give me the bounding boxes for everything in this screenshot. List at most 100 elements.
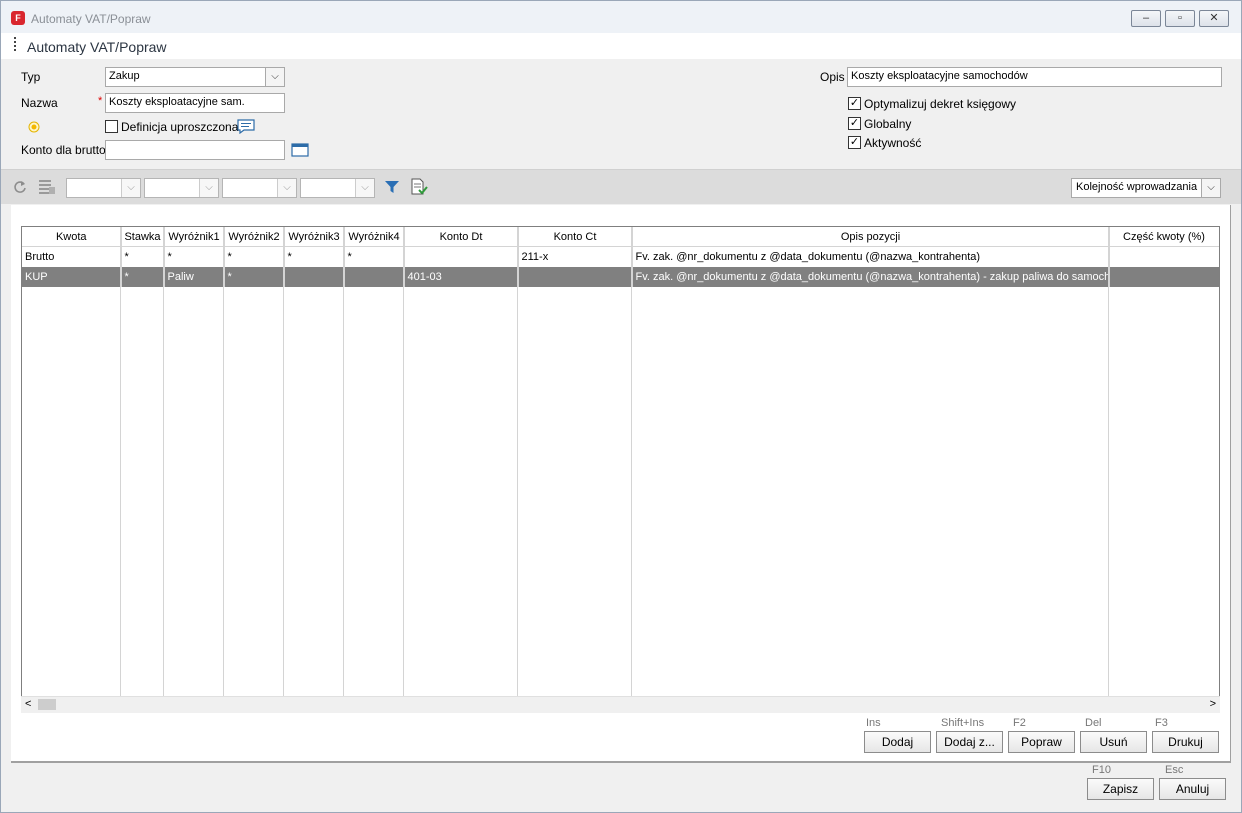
column-header[interactable]: Stawka xyxy=(121,227,165,247)
chevron-down-icon[interactable]: ⌵ xyxy=(121,179,140,197)
column-divider xyxy=(120,227,121,711)
add-from-button[interactable]: Dodaj z... xyxy=(936,731,1003,753)
shortcut-label: F2 xyxy=(1013,717,1026,729)
table-row-selected[interactable]: KUP * Paliw * 401-03 Fv. zak. @nr_dokume… xyxy=(22,267,1219,287)
filter-combo-1[interactable]: ⌵ xyxy=(66,178,141,198)
print-button[interactable]: Drukuj xyxy=(1152,731,1219,753)
typ-select[interactable]: Zakup ⌵ xyxy=(105,67,285,87)
chevron-down-icon[interactable]: ⌵ xyxy=(277,179,296,197)
sort-order-select[interactable]: Kolejność wprowadzania ⌵ xyxy=(1071,178,1221,198)
opis-field[interactable]: Koszty eksploatacyjne samochodów xyxy=(847,67,1222,87)
sort-order-value: Kolejność wprowadzania xyxy=(1076,181,1198,193)
delete-button[interactable]: Usuń xyxy=(1080,731,1147,753)
table-cell: 211-x xyxy=(518,246,633,267)
filter-icon[interactable] xyxy=(384,179,400,195)
chevron-down-icon[interactable]: ⌵ xyxy=(199,179,218,197)
table-cell: * xyxy=(121,267,165,287)
export-icon[interactable] xyxy=(410,178,428,196)
column-divider xyxy=(403,227,404,711)
table-cell: 401-03 xyxy=(404,267,519,287)
chevron-down-icon[interactable]: ⌵ xyxy=(1201,179,1220,197)
table-cell: * xyxy=(224,246,285,267)
column-divider xyxy=(283,227,284,711)
positions-table: Kwota Stawka Wyróżnik1 Wyróżnik2 Wyróżni… xyxy=(22,227,1219,287)
globalny-checkbox[interactable]: ✓ xyxy=(848,117,861,130)
toolbar: ⌵ ⌵ ⌵ ⌵ Kolejność wprowadzania ⌵ xyxy=(1,169,1241,204)
column-header[interactable]: Wyróżnik1 xyxy=(164,227,225,247)
filter-combo-4[interactable]: ⌵ xyxy=(300,178,375,198)
table-cell: Brutto xyxy=(22,246,122,267)
cancel-button[interactable]: Anuluj xyxy=(1159,778,1226,800)
table-cell: * xyxy=(224,267,285,287)
column-header[interactable]: Konto Ct xyxy=(518,227,633,247)
konto-brutto-label: Konto dla brutto xyxy=(21,143,106,157)
column-divider xyxy=(517,227,518,711)
page-title: Automaty VAT/Popraw xyxy=(27,39,167,55)
definicja-checkbox[interactable] xyxy=(105,120,118,133)
refresh-icon[interactable] xyxy=(13,180,27,194)
column-header[interactable]: Opis pozycji xyxy=(632,227,1110,247)
column-header[interactable]: Kwota xyxy=(22,227,122,247)
filter-combo-3[interactable]: ⌵ xyxy=(222,178,297,198)
aktywnosc-label: Aktywność xyxy=(864,136,922,150)
folder-icon[interactable] xyxy=(291,142,309,157)
scroll-right-icon[interactable]: > xyxy=(1210,698,1216,710)
maximize-button[interactable]: ▫ xyxy=(1165,10,1195,27)
table-cell: Fv. zak. @nr_dokumentu z @data_dokumentu… xyxy=(632,246,1110,267)
required-mark: * xyxy=(98,95,103,107)
optymalizuj-checkbox[interactable]: ✓ xyxy=(848,97,861,110)
globalny-label: Globalny xyxy=(864,117,912,131)
shortcut-label: F3 xyxy=(1155,717,1168,729)
minimize-button[interactable]: – xyxy=(1131,10,1161,27)
column-divider xyxy=(223,227,224,711)
nazwa-field[interactable]: Koszty eksploatacyjne sam. xyxy=(105,93,285,113)
filter-combo-2[interactable]: ⌵ xyxy=(144,178,219,198)
column-header[interactable]: Konto Dt xyxy=(404,227,519,247)
close-icon: ✕ xyxy=(1209,12,1219,24)
shortcut-label: F10 xyxy=(1092,764,1111,776)
chevron-down-icon[interactable]: ⌵ xyxy=(355,179,374,197)
positions-grid[interactable]: Kwota Stawka Wyróżnik1 Wyróżnik2 Wyróżni… xyxy=(21,226,1220,712)
table-cell: * xyxy=(344,246,405,267)
scroll-left-icon[interactable]: < xyxy=(25,698,31,710)
table-cell xyxy=(344,267,405,287)
comment-icon[interactable] xyxy=(237,119,255,134)
table-cell: KUP xyxy=(22,267,122,287)
opis-label: Opis xyxy=(820,70,845,84)
table-cell: * xyxy=(121,246,165,267)
add-button[interactable]: Dodaj xyxy=(864,731,931,753)
column-divider xyxy=(163,227,164,711)
maximize-icon: ▫ xyxy=(1178,12,1182,24)
column-header[interactable]: Wyróżnik4 xyxy=(344,227,405,247)
konto-brutto-field[interactable] xyxy=(105,140,285,160)
column-header[interactable]: Wyróżnik3 xyxy=(284,227,345,247)
table-row[interactable]: Brutto * * * * * 211-x Fv. zak. @nr_doku… xyxy=(22,246,1219,267)
column-header[interactable]: Wyróżnik2 xyxy=(224,227,285,247)
table-cell: Paliw xyxy=(164,267,225,287)
aktywnosc-checkbox[interactable]: ✓ xyxy=(848,136,861,149)
title-bar: F Automaty VAT/Popraw – ▫ ✕ xyxy=(1,1,1241,33)
window-title: Automaty VAT/Popraw xyxy=(31,12,151,26)
column-settings-icon[interactable] xyxy=(38,179,56,195)
table-cell xyxy=(1109,267,1219,287)
column-header[interactable]: Część kwoty (%) xyxy=(1109,227,1219,247)
chevron-down-icon[interactable]: ⌵ xyxy=(265,68,284,86)
horizontal-scrollbar[interactable]: < > xyxy=(21,696,1220,713)
grip-icon[interactable] xyxy=(14,37,18,51)
shortcut-label: Ins xyxy=(866,717,881,729)
table-cell xyxy=(1109,246,1219,267)
typ-value: Zakup xyxy=(109,70,140,82)
table-cell: Fv. zak. @nr_dokumentu z @data_dokumentu… xyxy=(632,267,1110,287)
close-button[interactable]: ✕ xyxy=(1199,10,1229,27)
typ-label: Typ xyxy=(21,70,41,84)
definicja-label: Definicja uproszczona xyxy=(121,120,239,134)
save-button[interactable]: Zapisz xyxy=(1087,778,1154,800)
table-cell: * xyxy=(284,246,345,267)
nazwa-label: Nazwa xyxy=(21,96,58,110)
minimize-icon: – xyxy=(1142,12,1150,24)
shortcut-label: Shift+Ins xyxy=(941,717,985,729)
column-divider xyxy=(631,227,632,711)
scroll-thumb[interactable] xyxy=(38,699,56,710)
edit-button[interactable]: Popraw xyxy=(1008,731,1075,753)
shortcut-label: Del xyxy=(1085,717,1102,729)
